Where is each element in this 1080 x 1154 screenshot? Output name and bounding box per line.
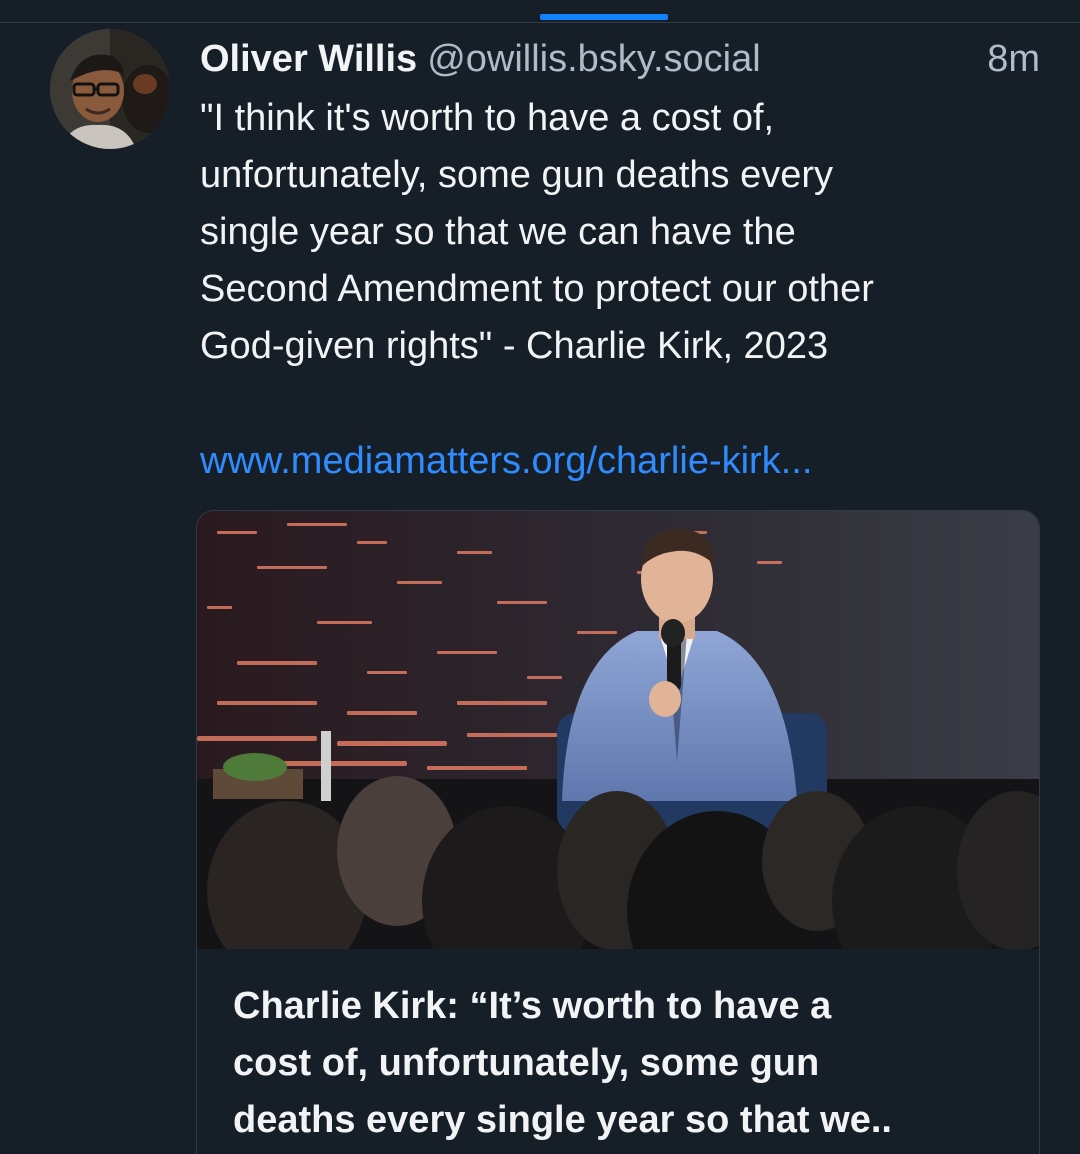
active-tab-indicator bbox=[540, 14, 668, 20]
post-link[interactable]: www.mediamatters.org/charlie-kirk... bbox=[200, 433, 812, 490]
post[interactable]: Oliver Willis @owillis.bsky.social 8m "I … bbox=[0, 23, 1080, 1154]
post-text: "I think it's worth to have a cost of, u… bbox=[200, 90, 1050, 375]
avatar[interactable] bbox=[50, 29, 170, 149]
link-preview-title: Charlie Kirk: “It’s worth to have a cost… bbox=[233, 978, 1013, 1149]
post-text-line: God-given rights" - Charlie Kirk, 2023 bbox=[200, 325, 829, 367]
link-preview-title-line: deaths every single year so that we.. bbox=[233, 1099, 892, 1141]
post-text-line: unfortunately, some gun deaths every bbox=[200, 154, 834, 196]
post-header: Oliver Willis @owillis.bsky.social 8m bbox=[200, 35, 1040, 83]
author-handle[interactable]: @owillis.bsky.social bbox=[427, 38, 761, 80]
link-preview-title-line: cost of, unfortunately, some gun bbox=[233, 1042, 820, 1084]
post-text-line: Second Amendment to protect our other bbox=[200, 268, 874, 310]
post-text-line: single year so that we can have the bbox=[200, 211, 796, 253]
link-preview-image bbox=[197, 511, 1039, 949]
post-text-line: "I think it's worth to have a cost of, bbox=[200, 97, 775, 139]
post-timestamp[interactable]: 8m bbox=[987, 35, 1040, 83]
link-preview-card[interactable]: Charlie Kirk: “It’s worth to have a cost… bbox=[196, 510, 1040, 1154]
link-preview-title-line: Charlie Kirk: “It’s worth to have a bbox=[233, 985, 832, 1027]
author-display-name[interactable]: Oliver Willis bbox=[200, 38, 417, 80]
